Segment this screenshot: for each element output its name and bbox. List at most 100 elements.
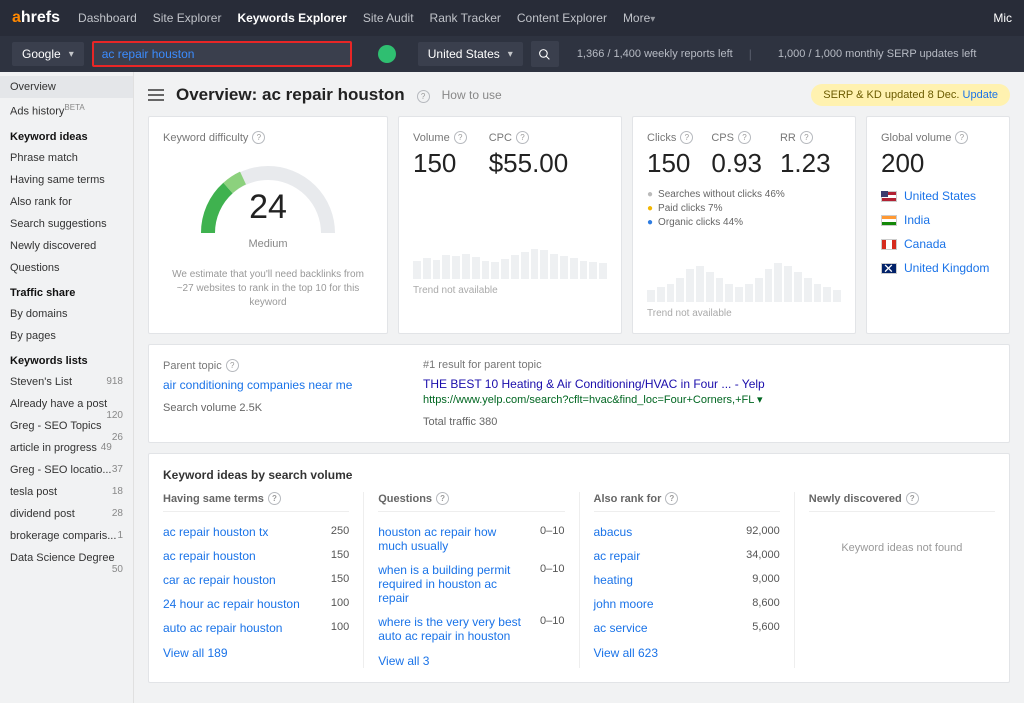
nav-content-explorer[interactable]: Content Explorer [517,11,607,25]
nav-site-audit[interactable]: Site Audit [363,11,414,25]
country-link-uk[interactable]: United Kingdom [881,261,995,275]
sidebar-item-questions[interactable]: Questions [0,257,133,279]
clicks-value: 150 [647,148,693,179]
help-icon[interactable] [680,131,693,144]
viewall-questions[interactable]: View all 3 [378,654,429,668]
help-icon[interactable] [955,131,968,144]
idea-row: where is the very very best auto ac repa… [378,610,564,648]
nav-more[interactable]: More [623,11,655,25]
sidebar-item-search-suggestions[interactable]: Search suggestions [0,213,133,235]
sidebar-item-overview[interactable]: Overview [0,76,133,98]
help-icon[interactable] [436,492,449,505]
idea-keyword-link[interactable]: houston ac repair how much usually [378,525,527,553]
sidebar-item-newly-discovered[interactable]: Newly discovered [0,235,133,257]
card-volume-cpc: Volume150 CPC$55.00 Trend not available [398,116,622,334]
kd-gauge: 24 [193,158,343,238]
help-icon[interactable] [665,492,678,505]
nav-keywords-explorer[interactable]: Keywords Explorer [237,11,346,25]
viewall-also-rank[interactable]: View all 623 [594,646,659,660]
weekly-quota: 1,366 / 1,400 weekly reports left [577,48,733,60]
help-icon[interactable] [454,131,467,144]
sidebar-list-item[interactable]: Already have a post120 [0,393,133,415]
kd-value: 24 [193,188,343,227]
main-content: Overview: ac repair houston How to use S… [134,72,1024,703]
user-menu[interactable]: Mic [993,11,1012,25]
search-button[interactable] [531,41,559,67]
sidebar-item-phrase-match[interactable]: Phrase match [0,147,133,169]
sidebar-list-item[interactable]: brokerage comparis...1 [0,525,133,547]
nav-site-explorer[interactable]: Site Explorer [153,11,222,25]
sidebar-list-item[interactable]: dividend post28 [0,503,133,525]
nav-rank-tracker[interactable]: Rank Tracker [430,11,501,25]
sidebar-section-keywords-lists: Keywords lists [0,347,133,371]
help-icon[interactable] [738,131,751,144]
flag-us-icon [881,191,897,202]
trend-label: Trend not available [413,285,607,296]
ideas-title: Keyword ideas by search volume [163,468,995,482]
idea-row: car ac repair houston150 [163,568,349,592]
idea-keyword-link[interactable]: auto ac repair houston [163,621,282,635]
keyword-ideas-card: Keyword ideas by search volume Having sa… [148,453,1010,683]
keyword-input[interactable]: ac repair houston [92,41,352,67]
help-icon[interactable] [268,492,281,505]
kd-level: Medium [163,238,373,250]
country-link-us[interactable]: United States [881,189,995,203]
serp-result-title[interactable]: THE BEST 10 Heating & Air Conditioning/H… [423,377,765,391]
sidebar-item-by-pages[interactable]: By pages [0,325,133,347]
sidebar-list-item[interactable]: Data Science Degree50 [0,547,133,569]
help-icon[interactable] [800,131,813,144]
viewall-same-terms[interactable]: View all 189 [163,646,228,660]
idea-row: heating9,000 [594,568,780,592]
menu-icon[interactable] [148,89,164,101]
help-icon[interactable] [252,131,265,144]
sidebar-section-keyword-ideas: Keyword ideas [0,123,133,147]
nav-dashboard[interactable]: Dashboard [78,11,137,25]
sidebar-list-item[interactable]: Greg - SEO locatio...37 [0,459,133,481]
logo[interactable]: ahrefs [12,9,60,27]
idea-row: when is a building permit required in ho… [378,558,564,610]
search-engine-dropdown[interactable]: Google [12,42,84,66]
idea-row: ac repair34,000 [594,544,780,568]
idea-keyword-link[interactable]: john moore [594,597,654,611]
serp-result-traffic: Total traffic 380 [423,416,995,428]
idea-keyword-link[interactable]: car ac repair houston [163,573,276,587]
sidebar-item-by-domains[interactable]: By domains [0,303,133,325]
serp-update-pill: SERP & KD updated 8 Dec. Update [811,84,1010,106]
search-icon [538,48,551,61]
page-title: Overview: ac repair houston [176,85,405,105]
help-icon[interactable] [226,359,239,372]
help-icon[interactable] [516,131,529,144]
idea-keyword-link[interactable]: ac repair [594,549,641,563]
serp-update-link[interactable]: Update [963,89,998,101]
help-icon[interactable] [906,492,919,505]
rr-value: 1.23 [780,148,831,179]
idea-keyword-link[interactable]: ac repair houston tx [163,525,268,539]
how-to-use-link[interactable]: How to use [442,88,502,102]
kd-estimate: We estimate that you'll need backlinks f… [163,268,373,310]
cps-value: 0.93 [711,148,762,179]
idea-keyword-link[interactable]: where is the very very best auto ac repa… [378,615,527,643]
country-link-ca[interactable]: Canada [881,237,995,251]
help-icon[interactable] [417,88,430,103]
sidebar-list-item[interactable]: tesla post18 [0,481,133,503]
country-dropdown[interactable]: United States [418,42,523,66]
idea-keyword-link[interactable]: abacus [594,525,633,539]
ideas-col-newly: Newly discovered Keyword ideas not found [795,492,995,668]
clicks-sparkline [647,242,841,302]
country-link-in[interactable]: India [881,213,995,227]
sidebar-item-ads-history[interactable]: Ads historyBETA [0,98,133,123]
idea-keyword-link[interactable]: ac service [594,621,648,635]
idea-keyword-link[interactable]: 24 hour ac repair houston [163,597,300,611]
parent-topic-sv: Search volume 2.5K [163,402,383,414]
parent-topic-link[interactable]: air conditioning companies near me [163,378,352,392]
sidebar-item-same-terms[interactable]: Having same terms [0,169,133,191]
sidebar-list-item[interactable]: Steven's List918 [0,371,133,393]
sidebar-item-also-rank[interactable]: Also rank for [0,191,133,213]
idea-row: abacus92,000 [594,520,780,544]
global-volume-value: 200 [881,148,995,179]
idea-row: ac repair houston tx250 [163,520,349,544]
idea-keyword-link[interactable]: ac repair houston [163,549,256,563]
newly-not-found: Keyword ideas not found [809,542,995,554]
idea-keyword-link[interactable]: when is a building permit required in ho… [378,563,527,605]
idea-keyword-link[interactable]: heating [594,573,633,587]
